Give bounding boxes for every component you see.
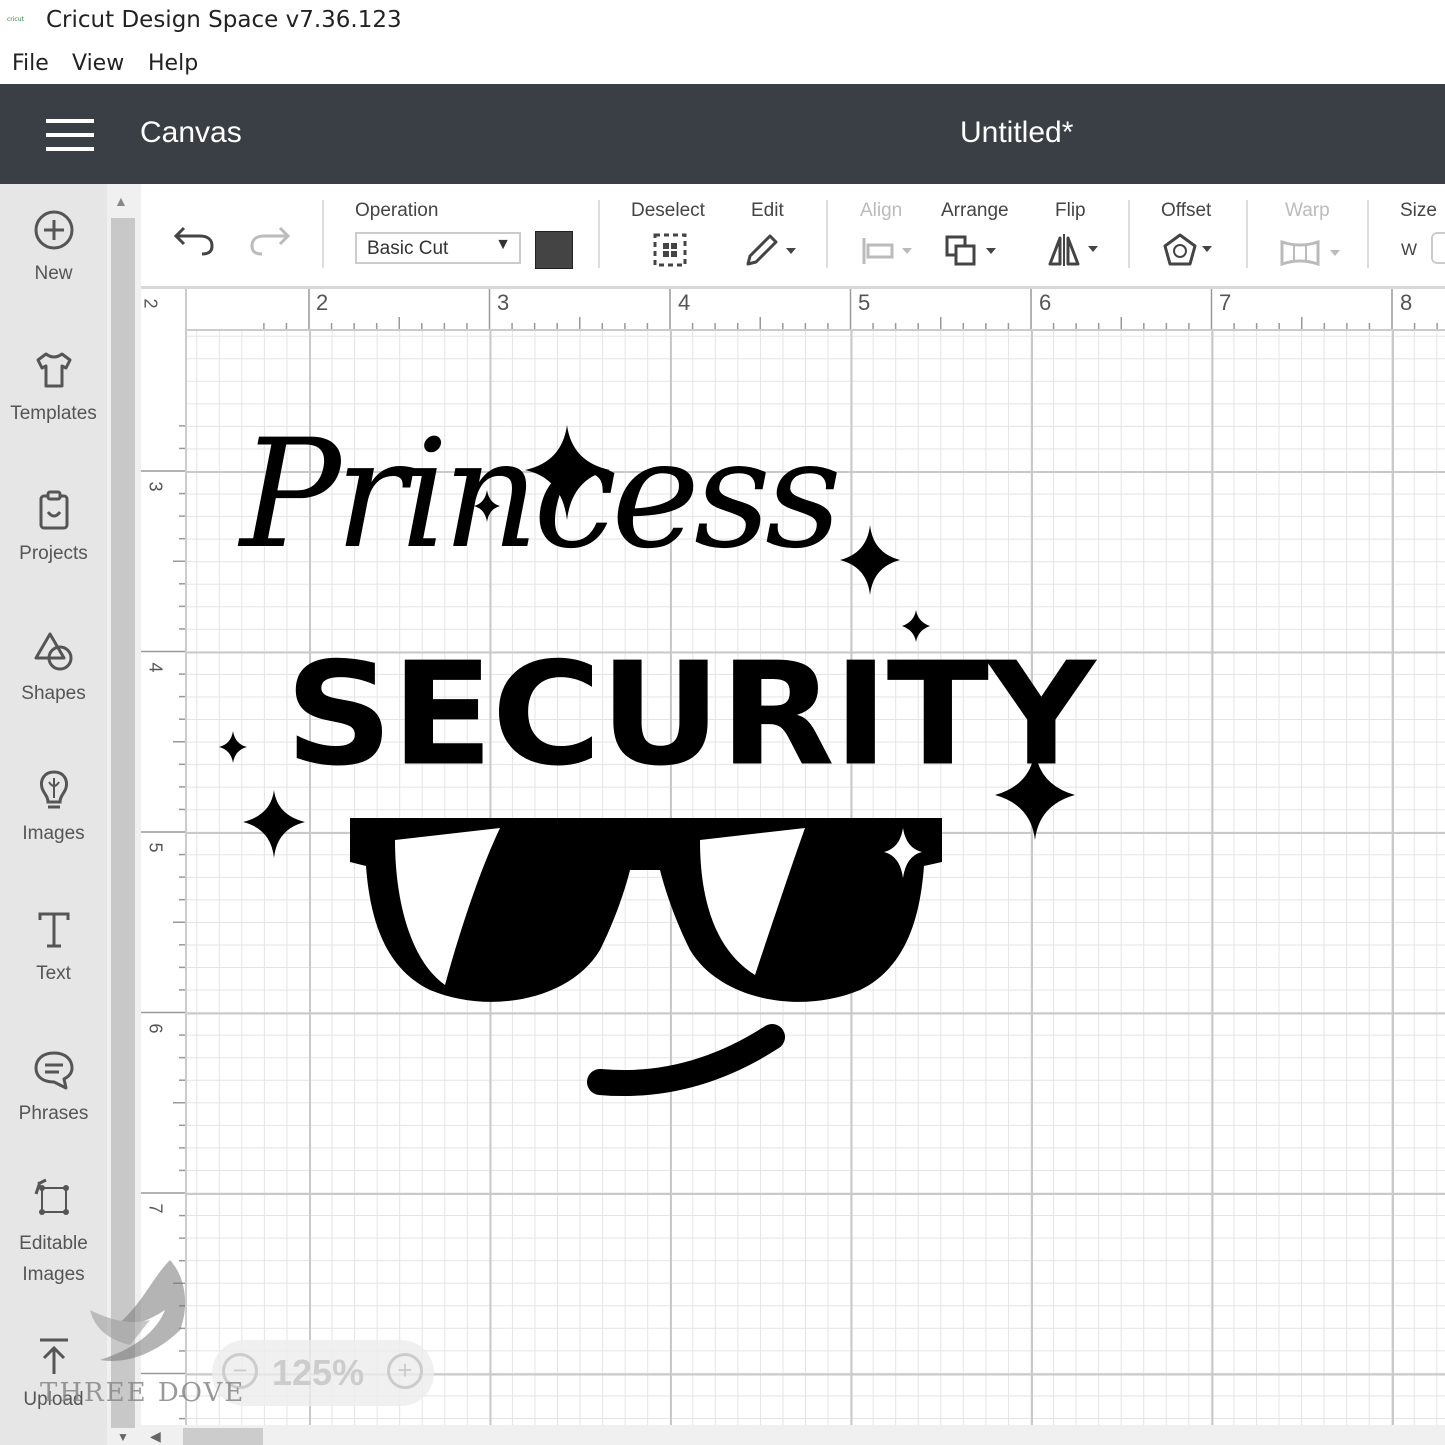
sidebar-item-images[interactable]: Images xyxy=(0,768,107,849)
sidebar-item-label: Templates xyxy=(10,403,97,424)
projects-icon xyxy=(39,490,68,530)
ruler-label: 7 xyxy=(145,1203,166,1214)
toolbar-divider xyxy=(1367,200,1369,268)
flip-label: Flip xyxy=(1055,200,1086,221)
ruler-label: 2 xyxy=(140,298,161,309)
ruler-label: 5 xyxy=(858,290,871,315)
toolbar-divider xyxy=(1246,200,1248,268)
flip-icon[interactable] xyxy=(1046,232,1102,268)
operation-select[interactable]: Basic Cut ▼ xyxy=(355,232,521,264)
menu-file[interactable]: File xyxy=(12,51,49,76)
zoom-level: 125% xyxy=(272,1352,365,1393)
sidebar-item-label: Projects xyxy=(19,543,88,564)
sidebar-item-shapes[interactable]: Shapes xyxy=(0,628,107,709)
offset-label: Offset xyxy=(1161,200,1212,221)
chevron-down-icon: ▼ xyxy=(495,236,511,253)
menu-bar: File View Help xyxy=(0,44,1445,84)
ruler-label: 5 xyxy=(145,842,166,853)
dove-logo-icon xyxy=(90,1260,186,1361)
size-width-input[interactable] xyxy=(1431,232,1445,264)
sidebar-item-label: Text xyxy=(36,963,71,984)
menu-help[interactable]: Help xyxy=(148,51,198,76)
offset-icon[interactable] xyxy=(1160,232,1220,268)
upload-icon xyxy=(39,1338,68,1374)
editable-images-icon xyxy=(34,1178,69,1215)
ruler-label: 4 xyxy=(145,662,166,673)
ruler-label: 8 xyxy=(1400,290,1413,315)
sidebar-item-label: Images xyxy=(22,823,85,844)
operation-label: Operation xyxy=(355,200,439,221)
ruler-ticks xyxy=(141,289,1445,331)
plus-circle-icon xyxy=(34,210,73,250)
vertical-scroll-thumb[interactable] xyxy=(111,218,135,1428)
warp-label: Warp xyxy=(1285,200,1330,221)
ruler-label: 3 xyxy=(145,481,166,492)
sidebar-item-phrases[interactable]: Phrases xyxy=(0,1048,107,1129)
sidebar-item-label: Phrases xyxy=(18,1103,89,1124)
toolbar-divider xyxy=(826,200,828,268)
undo-icon[interactable] xyxy=(172,220,216,256)
arrange-icon[interactable] xyxy=(944,234,1000,268)
arrange-label: Arrange xyxy=(941,200,1009,221)
text-icon xyxy=(38,912,69,948)
sidebar-item-label: Shapes xyxy=(21,683,86,704)
section-title: Canvas xyxy=(140,116,242,149)
lightbulb-icon xyxy=(39,770,68,809)
sidebar-item-projects[interactable]: Projects xyxy=(0,488,107,569)
toolbar-divider xyxy=(598,200,600,268)
speech-bubble-icon xyxy=(34,1051,73,1090)
ruler-label: 3 xyxy=(497,290,510,315)
shapes-icon xyxy=(34,632,72,671)
tshirt-icon xyxy=(36,352,71,388)
sidebar-item-text[interactable]: Text xyxy=(0,908,107,989)
sidebar-item-templates[interactable]: Templates xyxy=(0,348,107,429)
zoom-in-button[interactable]: + xyxy=(387,1353,423,1389)
watermark-text: THREE DOVE xyxy=(40,1378,246,1408)
warp-icon xyxy=(1280,239,1340,267)
horizontal-scroll-thumb[interactable] xyxy=(183,1428,263,1445)
deselect-icon[interactable] xyxy=(652,232,688,268)
ruler-label: 4 xyxy=(678,290,691,315)
ruler-label: 7 xyxy=(1219,290,1232,315)
design-text-security[interactable]: SECURITY xyxy=(285,644,1096,787)
scroll-down-arrow-icon[interactable]: ▼ xyxy=(117,1430,129,1444)
edit-label: Edit xyxy=(751,200,784,221)
toolbar-divider xyxy=(322,200,324,268)
align-label: Align xyxy=(860,200,903,221)
horizontal-ruler xyxy=(141,289,1445,331)
hamburger-menu-icon[interactable] xyxy=(46,119,94,151)
edit-pencil-icon[interactable] xyxy=(744,232,800,268)
horizontal-scrollbar[interactable] xyxy=(141,1425,1445,1445)
design-text-princess[interactable]: Princess xyxy=(240,420,842,570)
window-title: Cricut Design Space v7.36.123 xyxy=(46,7,402,33)
ruler-label: 6 xyxy=(145,1023,166,1034)
size-label: Size xyxy=(1400,200,1437,221)
window-titlebar: cricut Cricut Design Space v7.36.123 xyxy=(0,0,1445,44)
color-swatch[interactable] xyxy=(535,231,573,269)
sidebar-item-label: New xyxy=(34,263,73,284)
sidebar-item-new[interactable]: New xyxy=(0,208,107,289)
deselect-label: Deselect xyxy=(631,200,705,221)
menu-view[interactable]: View xyxy=(72,51,124,76)
scroll-up-arrow-icon[interactable]: ▲ xyxy=(114,193,128,209)
align-icon xyxy=(862,238,912,264)
redo-icon[interactable] xyxy=(248,220,292,256)
scroll-left-arrow-icon[interactable]: ◀ xyxy=(150,1428,161,1445)
size-width-label: W xyxy=(1401,240,1418,259)
cricut-logo-icon: cricut xyxy=(7,16,24,23)
operation-value: Basic Cut xyxy=(367,238,449,259)
document-title[interactable]: Untitled* xyxy=(960,116,1073,150)
ruler-label: 6 xyxy=(1039,290,1052,315)
ruler-label: 2 xyxy=(316,290,329,315)
toolbar-divider xyxy=(1128,200,1130,268)
